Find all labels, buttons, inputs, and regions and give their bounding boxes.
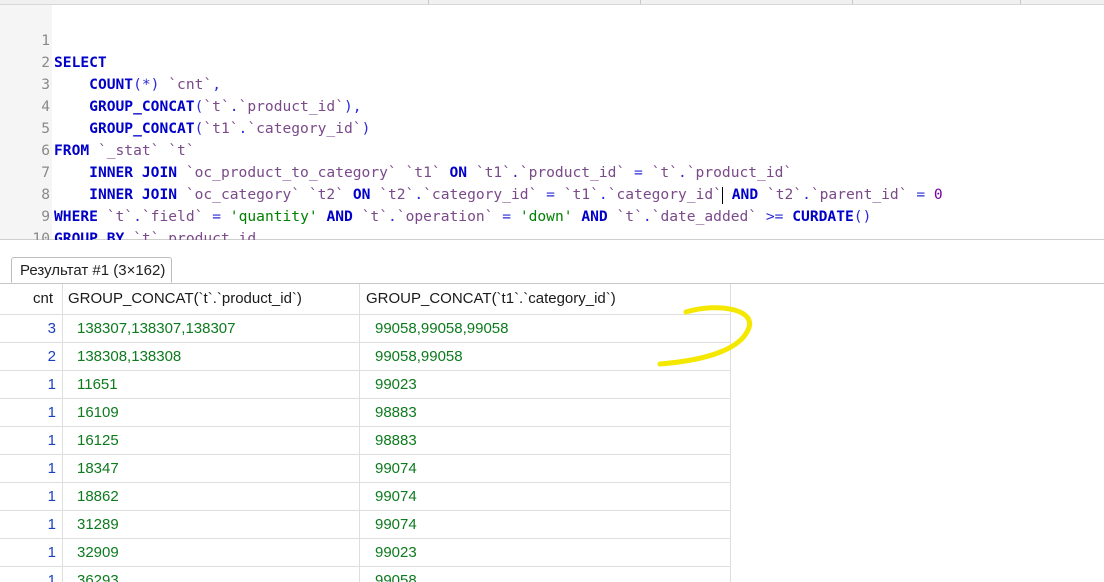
column-header-cnt[interactable]: cnt [33, 284, 53, 314]
cell-product[interactable]: 18862 [77, 483, 119, 510]
table-row[interactable]: 1 36293 99058 [0, 566, 730, 582]
cell-cnt[interactable]: 1 [0, 399, 56, 426]
table-row[interactable]: 1 31289 99074 [0, 510, 730, 538]
cell-product[interactable]: 138308,138308 [77, 343, 181, 370]
code-text[interactable]: INNER JOIN `oc_product_to_category` `t1`… [54, 162, 792, 184]
cell-product[interactable]: 138307,138307,138307 [77, 315, 236, 342]
result-tabbar: Результат #1 (3×162) [0, 254, 1104, 284]
editor-tab-divider [428, 0, 429, 4]
editor-tab-divider [640, 0, 641, 4]
editor-tab-divider [852, 0, 853, 4]
code-line[interactable]: 3 GROUP_CONCAT(`t`.`product_id`), [0, 52, 361, 115]
cell-cnt[interactable]: 1 [0, 371, 56, 398]
column-header-category[interactable]: GROUP_CONCAT(`t1`.`category_id`) [366, 284, 616, 314]
code-text[interactable]: WHERE `t`.`field` = 'quantity' AND `t`.`… [54, 206, 871, 228]
cell-cnt[interactable]: 1 [0, 539, 56, 566]
cell-product[interactable]: 32909 [77, 539, 119, 566]
cell-category[interactable]: 98883 [375, 427, 417, 454]
cell-cnt[interactable]: 3 [0, 315, 56, 342]
pane-splitter[interactable] [0, 240, 1104, 254]
table-row[interactable]: 1 32909 99023 [0, 538, 730, 566]
code-line[interactable]: 6 INNER JOIN `oc_product_to_category` `t… [0, 118, 792, 181]
code-text[interactable]: COUNT(*) `cnt`, [54, 74, 221, 96]
cell-product[interactable]: 31289 [77, 511, 119, 538]
cell-product[interactable]: 16125 [77, 427, 119, 454]
cell-category[interactable]: 99058 [375, 567, 417, 582]
code-text[interactable]: FROM `_stat` `t` [54, 140, 195, 162]
sql-editor[interactable]: 1 SELECT 2 COUNT(*) `cnt`, 3 GROUP_CONCA… [0, 5, 1104, 269]
code-line[interactable]: 1 SELECT [0, 8, 107, 71]
code-line[interactable]: 7 INNER JOIN `oc_category` `t2` ON `t2`.… [0, 140, 943, 204]
yellow-marker-scribble-icon [657, 305, 753, 367]
table-row[interactable]: 1 16125 98883 [0, 426, 730, 454]
cell-category[interactable]: 99023 [375, 539, 417, 566]
cell-product[interactable]: 11651 [77, 371, 118, 398]
table-row[interactable]: 2 138308,138308 99058,99058 [0, 342, 730, 370]
cell-cnt[interactable]: 1 [0, 427, 56, 454]
cell-category[interactable]: 99058,99058,99058 [375, 315, 508, 342]
code-line[interactable]: 8 WHERE `t`.`field` = 'quantity' AND `t`… [0, 162, 871, 225]
cell-category[interactable]: 99058,99058 [375, 343, 463, 370]
code-line[interactable]: 10 ORDER by `cnt` desc [0, 206, 221, 269]
cell-cnt[interactable]: 1 [0, 511, 56, 538]
cell-category[interactable]: 99074 [375, 483, 417, 510]
cell-product[interactable]: 36293 [77, 567, 119, 582]
cell-cnt[interactable]: 1 [0, 483, 56, 510]
cell-category[interactable]: 98883 [375, 399, 417, 426]
code-line[interactable]: 5 FROM `_stat` `t` [0, 96, 194, 159]
grid-header: cnt GROUP_CONCAT(`t`.`product_id`) GROUP… [0, 284, 730, 314]
cell-cnt[interactable]: 1 [0, 455, 56, 482]
cell-category[interactable]: 99023 [375, 371, 417, 398]
table-row[interactable]: 1 18347 99074 [0, 454, 730, 482]
editor-tab-divider [1020, 0, 1021, 4]
tab-result-1[interactable]: Результат #1 (3×162) [11, 257, 173, 283]
table-row[interactable]: 1 16109 98883 [0, 398, 730, 426]
cell-cnt[interactable]: 1 [0, 567, 56, 582]
column-header-product[interactable]: GROUP_CONCAT(`t`.`product_id`) [68, 284, 302, 314]
table-row[interactable]: 1 11651 99023 [0, 370, 730, 398]
code-line[interactable]: 9 GROUP BY `t`.product_id [0, 184, 256, 247]
cell-product[interactable]: 18347 [77, 455, 119, 482]
code-text[interactable]: GROUP_CONCAT(`t`.`product_id`), [54, 96, 361, 118]
cell-category[interactable]: 99074 [375, 511, 417, 538]
cell-cnt[interactable]: 2 [0, 343, 56, 370]
code-line[interactable]: 4 GROUP_CONCAT(`t1`.`category_id`) [0, 74, 370, 137]
code-text[interactable]: SELECT [54, 52, 107, 74]
text-cursor [721, 186, 723, 204]
code-text[interactable]: INNER JOIN `oc_category` `t2` ON `t2`.`c… [54, 184, 943, 206]
cell-category[interactable]: 99074 [375, 455, 417, 482]
result-grid[interactable]: cnt GROUP_CONCAT(`t`.`product_id`) GROUP… [0, 284, 1104, 582]
code-text[interactable]: GROUP_CONCAT(`t1`.`category_id`) [54, 118, 370, 140]
cell-product[interactable]: 16109 [77, 399, 119, 426]
code-line[interactable]: 2 COUNT(*) `cnt`, [0, 30, 221, 93]
table-row[interactable]: 1 18862 99074 [0, 482, 730, 510]
table-row[interactable]: 3 138307,138307,138307 99058,99058,99058 [0, 314, 730, 342]
